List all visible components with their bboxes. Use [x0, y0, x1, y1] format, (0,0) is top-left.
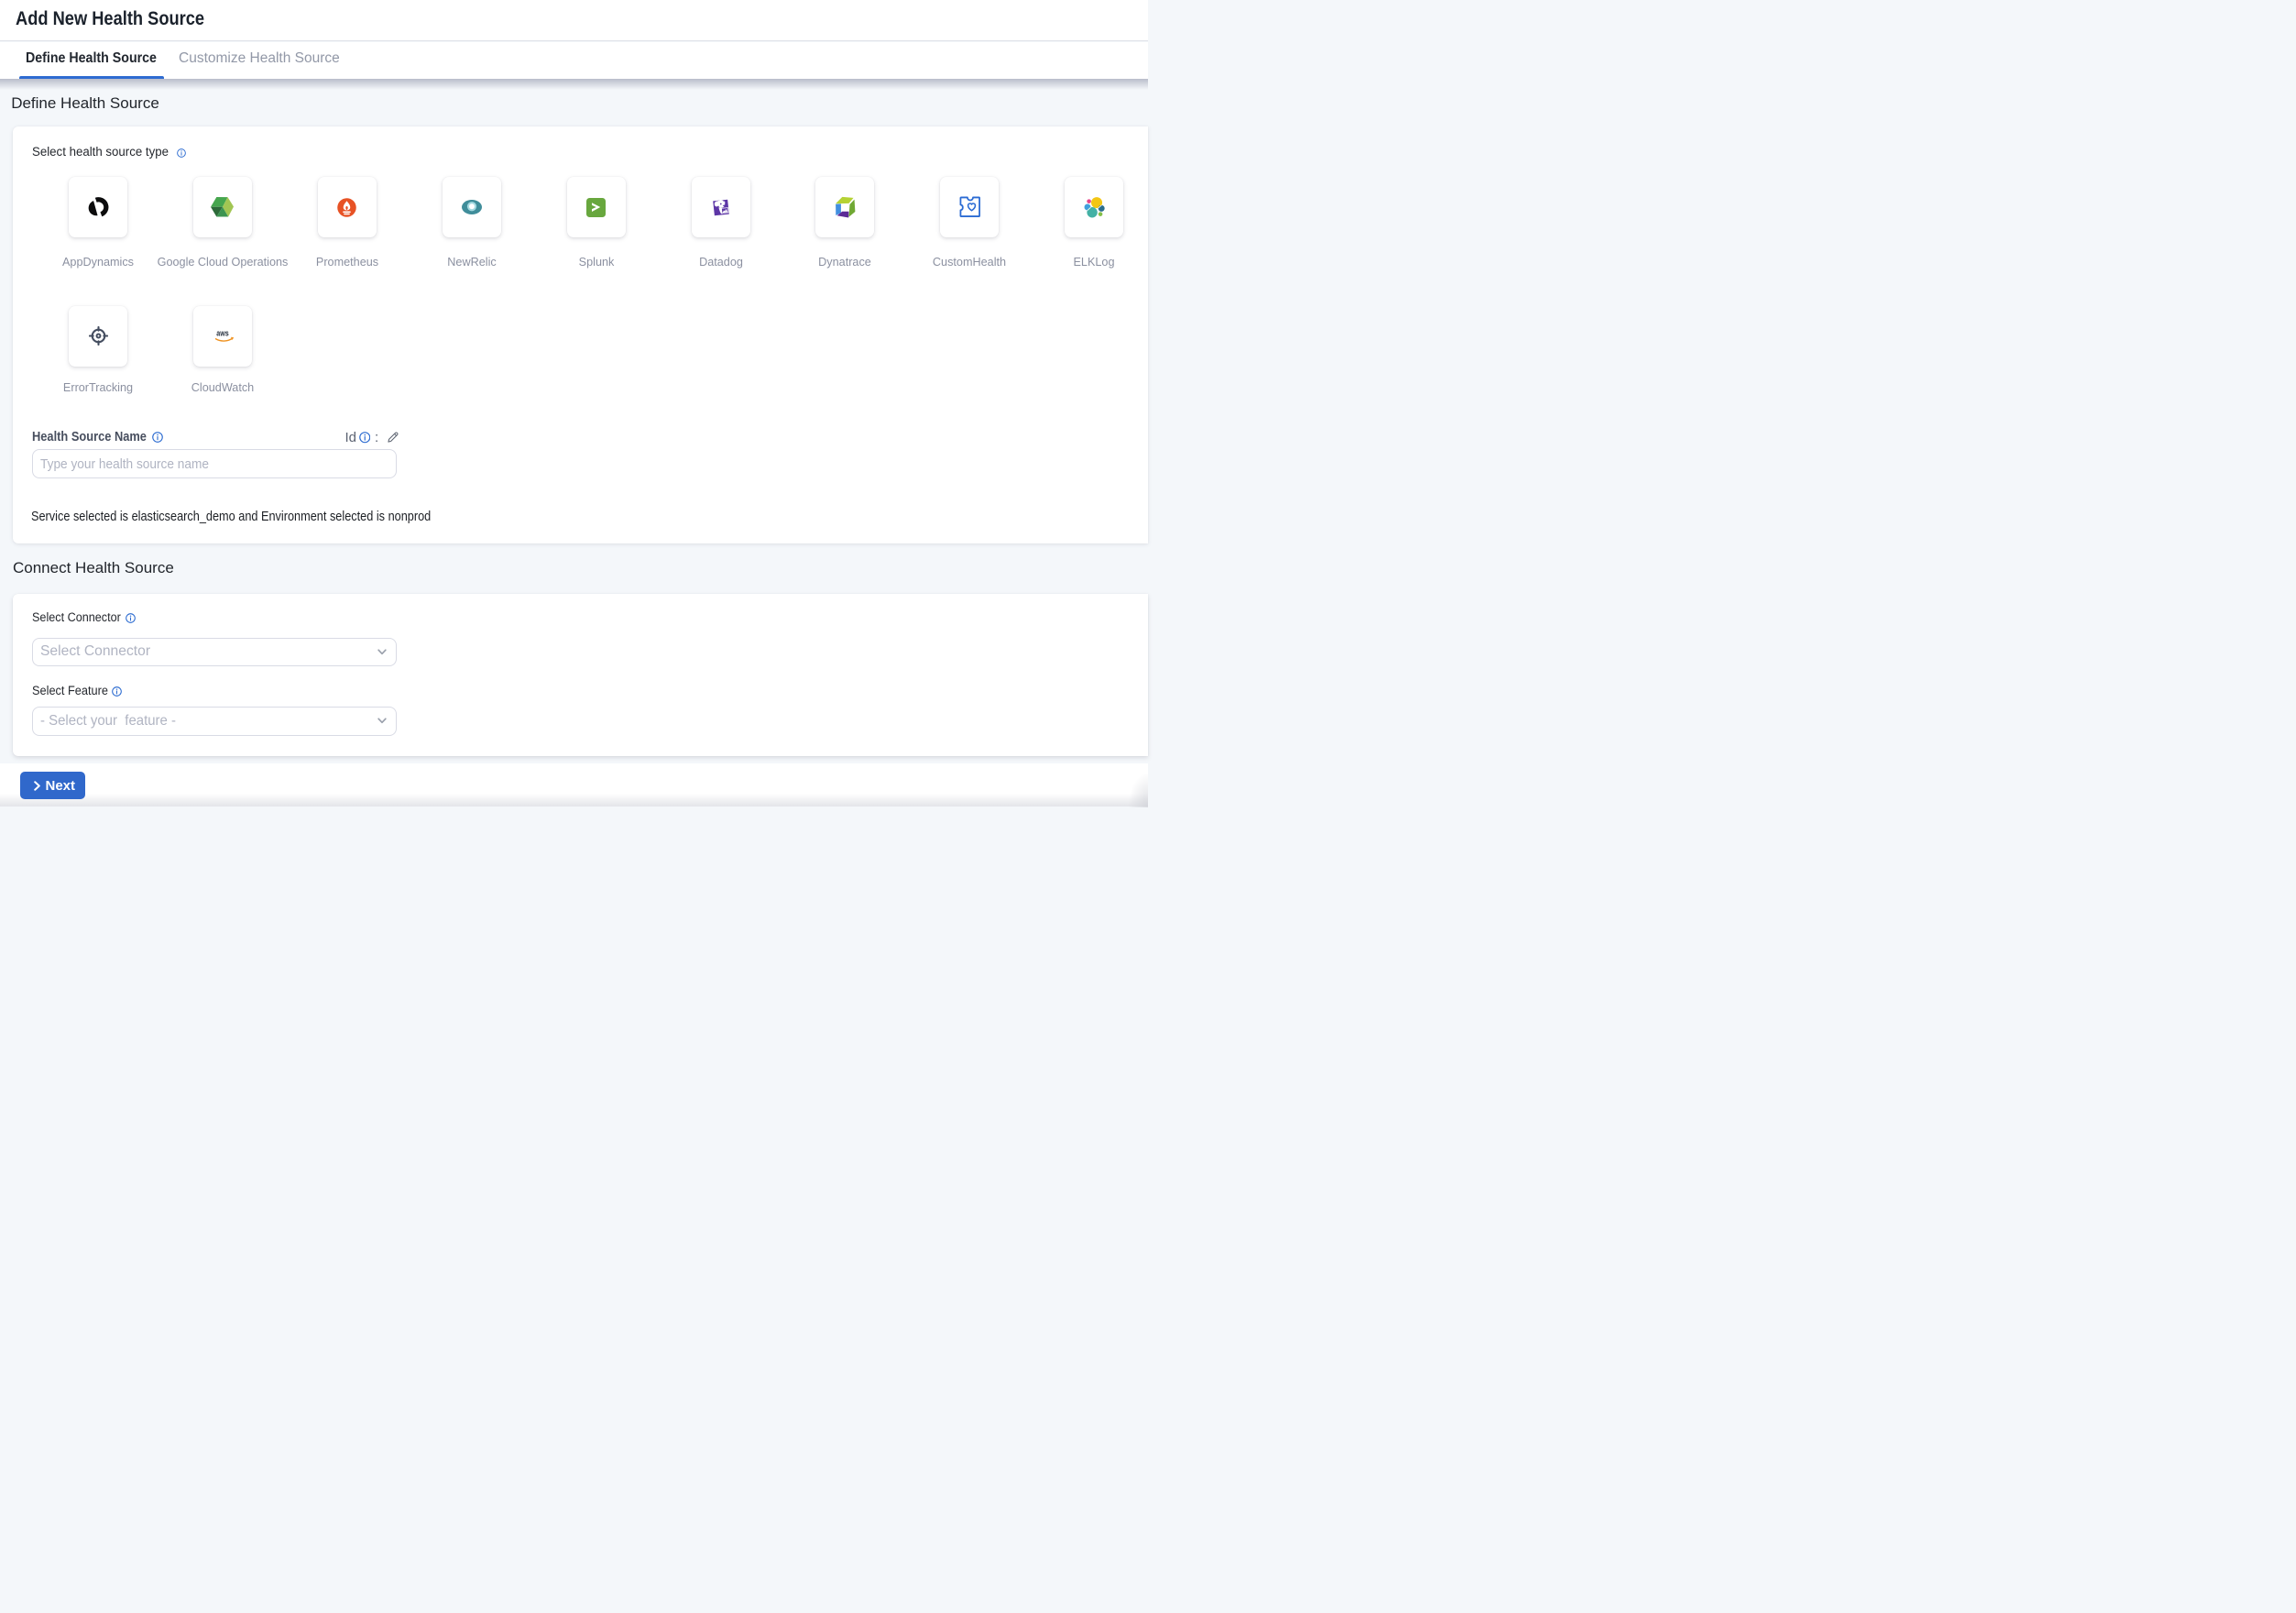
svg-text:aws: aws: [216, 328, 229, 338]
